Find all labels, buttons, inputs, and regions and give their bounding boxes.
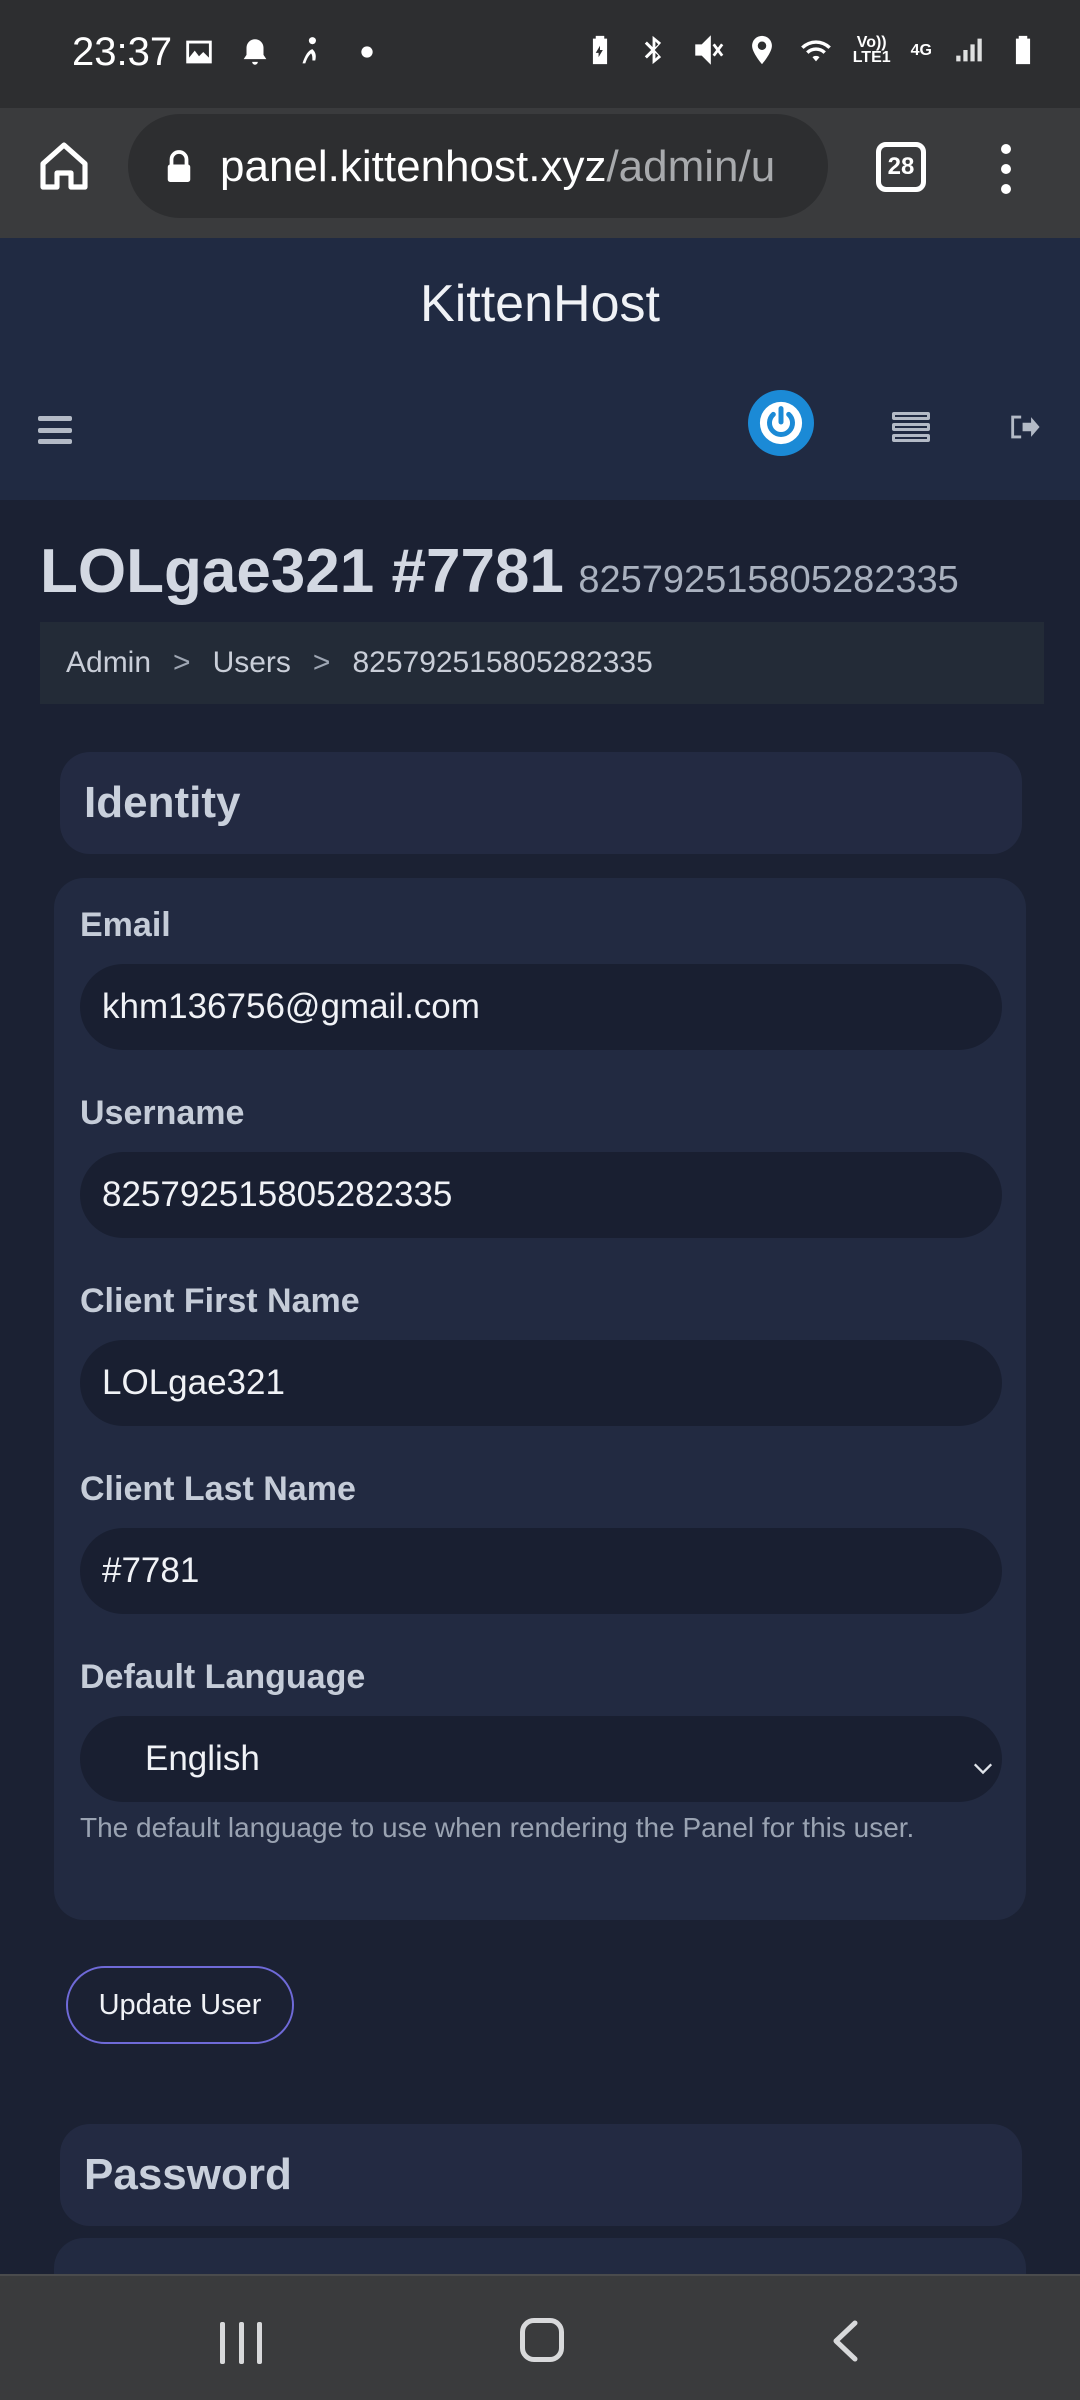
main-content: LOLgae321 #7781 825792515805282335 Admin… <box>0 500 1080 2298</box>
battery-saver-icon <box>583 32 617 68</box>
clock: 23:37 <box>72 30 173 74</box>
breadcrumb: Admin > Users > 825792515805282335 <box>40 622 1044 704</box>
tab-switcher-button[interactable]: 28 <box>876 142 926 192</box>
first-name-field[interactable]: LOLgae321 <box>80 1340 1002 1426</box>
home-nav-icon[interactable] <box>520 2318 564 2362</box>
language-selected-value: English <box>145 1739 260 1778</box>
language-label: Default Language <box>80 1658 366 1696</box>
recent-apps-icon[interactable] <box>220 2322 262 2364</box>
breadcrumb-users[interactable]: Users <box>213 646 291 680</box>
mute-icon <box>691 32 725 68</box>
accessibility-icon <box>294 34 328 70</box>
user-id: 825792515805282335 <box>578 559 959 601</box>
identity-card: Email khm136756@gmail.com Username 82579… <box>54 878 1026 1920</box>
network-type-indicator: 4G <box>910 41 932 59</box>
first-name-label: Client First Name <box>80 1282 360 1320</box>
username-label: Username <box>80 1094 245 1132</box>
more-options-icon[interactable] <box>996 144 1016 194</box>
site-header: KittenHost <box>0 238 1080 500</box>
signal-icon <box>952 32 986 68</box>
wifi-icon <box>799 32 833 68</box>
password-heading: Password <box>60 2124 1022 2226</box>
breadcrumb-admin[interactable]: Admin <box>66 646 151 680</box>
language-help-text: The default language to use when renderi… <box>80 1812 915 1843</box>
chevron-down-icon <box>972 1748 994 1775</box>
power-icon[interactable] <box>748 390 814 456</box>
username-field[interactable]: 825792515805282335 <box>80 1152 1002 1238</box>
logout-icon[interactable] <box>1006 410 1042 444</box>
servers-icon[interactable] <box>892 412 930 442</box>
battery-icon <box>1006 32 1040 68</box>
breadcrumb-separator: > <box>173 646 191 679</box>
page-title: LOLgae321 #7781 825792515805282335 <box>40 536 959 607</box>
update-user-button[interactable]: Update User <box>66 1966 294 2044</box>
system-navigation-bar <box>0 2274 1080 2400</box>
status-bar: 23:37 Vo)) LTE1 4G <box>0 0 1080 108</box>
last-name-field[interactable]: #7781 <box>80 1528 1002 1614</box>
hamburger-menu-icon[interactable] <box>38 416 72 444</box>
volte-indicator: Vo)) LTE1 <box>852 34 891 66</box>
home-icon[interactable] <box>36 138 92 194</box>
breadcrumb-current: 825792515805282335 <box>352 646 653 679</box>
bell-icon <box>238 34 272 70</box>
address-bar[interactable]: panel.kittenhost.xyz/admin/u <box>128 114 828 218</box>
last-name-label: Client Last Name <box>80 1470 356 1508</box>
language-select[interactable]: English <box>80 1716 1002 1802</box>
location-icon <box>745 32 779 68</box>
email-field[interactable]: khm136756@gmail.com <box>80 964 1002 1050</box>
dot-icon <box>350 34 384 70</box>
bluetooth-icon <box>637 32 671 68</box>
url-text: panel.kittenhost.xyz/admin/u <box>220 142 776 191</box>
user-display-name: LOLgae321 #7781 <box>40 537 564 606</box>
back-icon[interactable] <box>830 2320 860 2362</box>
gallery-icon <box>182 34 216 70</box>
email-label: Email <box>80 906 171 944</box>
lock-icon <box>164 150 194 184</box>
breadcrumb-separator: > <box>312 646 331 679</box>
site-brand[interactable]: KittenHost <box>0 274 1080 334</box>
identity-heading: Identity <box>60 752 1022 854</box>
browser-toolbar: panel.kittenhost.xyz/admin/u 28 <box>0 108 1080 238</box>
